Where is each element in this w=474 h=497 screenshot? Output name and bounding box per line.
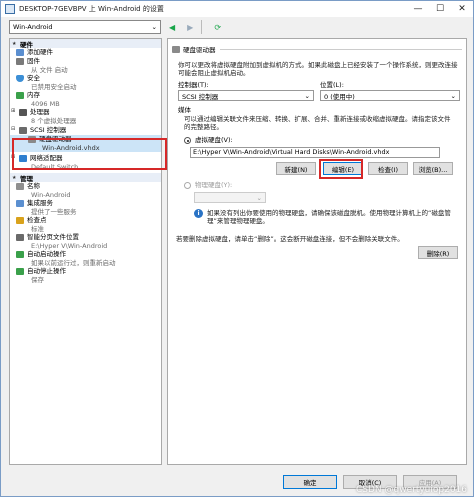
refresh-icon[interactable]: ⟳ [214,23,221,32]
back-arrow-icon[interactable]: ◀ [169,23,175,32]
inspect-button[interactable]: 检查(I) [368,162,408,175]
physical-disk-radio[interactable] [184,182,191,189]
tree-item-hard-drive[interactable]: 硬盘驱动器 [10,135,161,144]
remove-note: 若要删除虚拟硬盘，请单击“删除”。这会断开磁盘连接，但不会删除关联文件。 [176,235,404,243]
auto-start-icon [16,251,24,258]
tree-item-sub: 标准 [31,225,44,233]
panel-title: 硬盘驱动器 [183,46,216,54]
memory-icon [16,92,24,99]
tree-item-scsi-controller[interactable]: ⊟ SCSI 控制器 [10,126,161,135]
physical-disk-note: 如果没有列出你要使用的物理硬盘，请确保该磁盘脱机。使用物理计算机上的“磁盘管理”… [207,209,451,225]
management-section-header[interactable]: ★ 管理 [10,173,161,183]
physical-disk-select[interactable]: ⌄ [194,192,266,203]
tree-item-sub: 已禁用安全启动 [31,83,77,91]
edit-button[interactable]: 编辑(E) [323,162,363,175]
tree-item-sub: 4096 MB [31,100,60,108]
tree-item-firmware[interactable]: 固件 [10,57,161,66]
info-icon: i [194,209,203,218]
shield-icon [16,75,24,82]
tree-item-memory[interactable]: 内存 [10,91,161,100]
location-label: 位置(L): [320,81,344,89]
toolbar: Win-Android ⌄ ◀ ▶ ⟳ [1,17,473,37]
hyperv-settings-icon [5,4,15,14]
paging-file-icon [16,234,24,241]
tree-item-auto-start[interactable]: 自动启动操作 [10,250,161,259]
virtual-disk-radio[interactable] [184,137,191,144]
browse-button[interactable]: 浏览(B)... [413,162,453,175]
add-hardware-icon [16,49,24,56]
chevron-down-icon: ⌄ [256,193,262,202]
toolbar-separator [201,20,203,34]
tree-item-auto-stop[interactable]: 自动停止操作 [10,267,161,276]
expand-icon[interactable]: ⊞ [11,108,17,114]
details-panel: 硬盘驱动器 你可以更改将虚拟硬盘附加到虚拟机的方式。如果此磁盘上已经安装了一个操… [167,38,467,465]
tree-item-name[interactable]: 名称 [10,182,161,191]
tree-item-sub: Win-Android.vhdx [10,144,161,152]
settings-window: DESKTOP-7GEVBPV 上 Win-Android 的设置 — ☐ ✕ … [0,0,474,497]
checkpoint-icon [16,217,24,224]
title-bar: DESKTOP-7GEVBPV 上 Win-Android 的设置 — ☐ ✕ [1,1,473,17]
collapse-icon[interactable]: ⊟ [11,126,17,132]
hardware-section-header[interactable]: ★ 硬件 [10,39,161,49]
tree-item-sub: 提供了一些服务 [31,208,77,216]
minimize-button[interactable]: — [407,1,429,17]
ok-button[interactable]: 确定 [283,475,337,489]
network-adapter-icon [19,155,27,162]
tree-item-sub: Default Switch [31,163,79,171]
panel-header: 硬盘驱动器 [172,43,462,55]
tree-item-sub: Win-Android [31,191,71,199]
intro-text: 你可以更改将虚拟硬盘附加到虚拟机的方式。如果此磁盘上已经安装了一个操作系统，则更… [178,61,458,77]
tree-item-checkpoints[interactable]: 检查点 [10,216,161,225]
controller-icon [19,127,27,134]
chevron-down-icon: ⌄ [151,23,157,31]
tree-item-sub: 如果以前运行过，则重新启动 [31,259,116,267]
tree-item-sub: 8 个虚拟处理器 [31,117,77,125]
name-icon [16,183,24,190]
collapse-toggle-icon[interactable]: ★ [12,175,18,181]
dialog-footer: 确定 取消(C) 应用(A) CSDN @qwertyuiop2016 [1,469,473,497]
forward-arrow-icon[interactable]: ▶ [187,23,193,32]
vm-selector[interactable]: Win-Android ⌄ [9,20,161,34]
location-select[interactable]: 0 (使用中) ⌄ [320,90,460,101]
chevron-down-icon: ⌄ [450,91,456,100]
auto-stop-icon [16,268,24,275]
chevron-down-icon: ⌄ [304,91,310,100]
media-description: 可以通过编辑关联文件来压缩、转换、扩展、合并、重新连接或收缩虚拟硬盘。请指定该文… [184,115,451,131]
tree-item-network-adapter[interactable]: ⊞ 网络适配器 [10,154,161,163]
hard-drive-icon [172,46,180,53]
firmware-icon [16,58,24,65]
tree-item-sub: 保存 [31,276,44,284]
tree-item-security[interactable]: 安全 [10,74,161,83]
settings-tree: ★ 硬件 添加硬件 固件 从 文件 启动 安全 已禁用安全启动 内存 4096 … [9,38,162,465]
collapse-toggle-icon[interactable]: ★ [12,41,18,47]
tree-item-add-hardware[interactable]: 添加硬件 [10,48,161,57]
integration-services-icon [16,200,24,207]
close-button[interactable]: ✕ [451,1,473,17]
controller-label: 控制器(T): [178,81,209,89]
tree-item-processor[interactable]: ⊞ 处理器 [10,108,161,117]
tree-item-sub: 从 文件 启动 [31,66,68,74]
tree-item-integration-services[interactable]: 集成服务 [10,199,161,208]
processor-icon [19,109,27,116]
new-button[interactable]: 新建(N) [276,162,316,175]
controller-select[interactable]: SCSI 控制器 ⌄ [178,90,314,101]
watermark: CSDN @qwertyuiop2016 [355,485,467,495]
virtual-disk-label: 虚拟硬盘(V): [195,136,233,144]
header-divider [219,48,462,50]
tree-item-paging-file-location[interactable]: 智能分页文件位置 [10,233,161,242]
tree-item-sub: E:\Hyper V\Win-Android [31,242,108,250]
vm-selector-value: Win-Android [13,23,53,31]
vhd-path-input[interactable]: E:\Hyper V\Win-Android\Virtual Hard Disk… [190,147,440,158]
remove-button[interactable]: 删除(R) [418,246,458,259]
physical-disk-label: 物理硬盘(Y): [195,181,233,189]
media-label: 媒体 [178,106,191,114]
hard-drive-icon [28,136,36,143]
window-title: DESKTOP-7GEVBPV 上 Win-Android 的设置 [19,5,164,13]
maximize-button[interactable]: ☐ [429,1,451,17]
expand-icon[interactable]: ⊞ [11,154,17,160]
